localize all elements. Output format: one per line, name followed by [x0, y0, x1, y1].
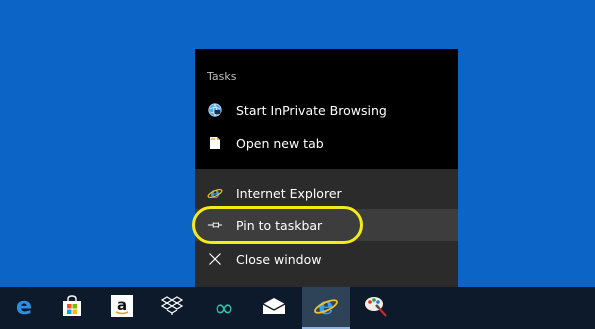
edge-icon: e [12, 292, 36, 322]
infinity-icon: ∞ [214, 294, 234, 322]
taskbar-infinity-button[interactable]: ∞ [200, 287, 248, 329]
inprivate-globe-icon [208, 103, 222, 117]
dropbox-icon [160, 295, 184, 321]
close-window-item[interactable]: Close window [195, 243, 458, 275]
close-window-label: Close window [236, 251, 322, 267]
internet-explorer-icon: e [313, 291, 339, 323]
open-new-tab-label: Open new tab [236, 135, 324, 151]
svg-text:e: e [210, 185, 220, 201]
svg-text:a: a [117, 296, 127, 314]
open-new-tab-item[interactable]: Open new tab [195, 128, 458, 158]
taskbar-store-button[interactable] [48, 287, 96, 329]
internet-explorer-label: Internet Explorer [236, 185, 342, 201]
store-icon [61, 295, 83, 321]
jump-list: Tasks Start InPrivate Browsing Open new … [195, 49, 458, 287]
taskbar-internet-explorer-button[interactable]: e [302, 287, 350, 329]
mail-icon [262, 297, 286, 319]
highlight-ring [192, 206, 363, 244]
amazon-icon: a [111, 295, 133, 321]
svg-text:e: e [318, 293, 333, 319]
svg-text:e: e [16, 294, 32, 318]
taskbar-amazon-button[interactable]: a [98, 287, 146, 329]
new-tab-page-icon [208, 136, 222, 150]
taskbar-mail-button[interactable] [250, 287, 298, 329]
taskbar-edge-button[interactable]: e [0, 287, 48, 329]
internet-explorer-icon: e [207, 185, 223, 201]
start-inprivate-item[interactable]: Start InPrivate Browsing [195, 95, 458, 125]
paint-icon [364, 294, 388, 322]
taskbar-paint-button[interactable] [352, 287, 400, 329]
taskbar: e a ∞ e [0, 287, 595, 329]
taskbar-dropbox-button[interactable] [148, 287, 196, 329]
start-inprivate-label: Start InPrivate Browsing [236, 102, 387, 118]
close-icon [207, 251, 223, 267]
internet-explorer-item[interactable]: e Internet Explorer [195, 177, 458, 209]
tasks-heading: Tasks [207, 70, 237, 83]
